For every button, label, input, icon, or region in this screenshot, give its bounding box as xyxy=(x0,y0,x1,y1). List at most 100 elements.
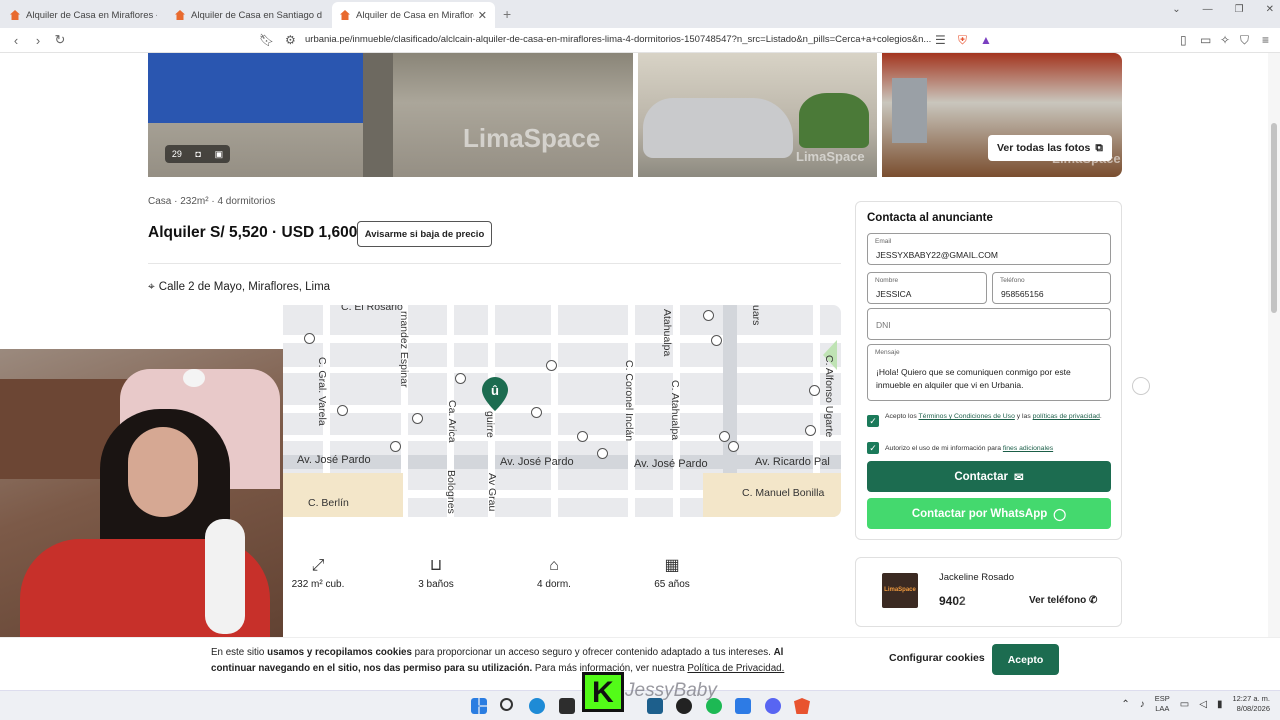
terms-checkbox[interactable]: ✓ xyxy=(867,415,879,427)
listing-price: Alquiler S/ 5,520 · USD 1,600 xyxy=(148,224,358,241)
whatsapp-button-label: Contactar por WhatsApp xyxy=(911,507,1048,520)
network-icon[interactable]: ▭ xyxy=(1180,699,1189,710)
phone-field[interactable]: Teléfono 958565156 xyxy=(992,272,1111,304)
listing-address: ⌖ Calle 2 de Mayo, Miraflores, Lima xyxy=(148,279,330,294)
watermark: LimaSpace xyxy=(796,149,865,164)
photo-detail xyxy=(892,78,927,143)
menu-icon[interactable]: ≡ xyxy=(1262,33,1269,47)
terms-suffix: . xyxy=(1099,413,1102,420)
agency-logo[interactable]: LimaSpace xyxy=(882,573,918,608)
new-tab-icon[interactable]: + xyxy=(495,6,519,28)
street-label: C. Gral. Varela xyxy=(316,357,328,426)
tab-2[interactable]: Alquiler de Casa en Santiago de Surco xyxy=(167,2,330,28)
url-field[interactable]: urbania.pe/inmueble/clasificado/alclcain… xyxy=(305,34,931,45)
whatsapp-contact-button[interactable]: Contactar por WhatsApp ◯ xyxy=(867,498,1111,529)
tray-chevron-icon[interactable]: ⌃ xyxy=(1121,699,1129,710)
wallet-icon[interactable]: ▭ xyxy=(1200,33,1211,47)
tab-3-active[interactable]: Alquiler de Casa en Miraflores - Li ✕ xyxy=(332,2,495,28)
fact-bedrooms: ⌂ 4 dorm. xyxy=(514,553,594,590)
minimize-icon[interactable]: — xyxy=(1203,4,1213,15)
privacy-policy-link[interactable]: Política de Privacidad. xyxy=(687,663,784,674)
taskbar-app-icon[interactable] xyxy=(559,698,575,714)
email-field[interactable]: Email JESSYXBABY22@GMAIL.COM xyxy=(867,233,1111,265)
accept-cookies-button[interactable]: Acepto xyxy=(992,644,1059,675)
additional-purposes-link[interactable]: fines adicionales xyxy=(1003,445,1053,452)
message-field[interactable]: Mensaje ¡Hola! Quiero que se comuniquen … xyxy=(867,344,1111,401)
maximize-icon[interactable]: ❐ xyxy=(1235,4,1244,15)
bookmark-icon[interactable]: 🔖︎ xyxy=(259,33,274,47)
search-icon[interactable] xyxy=(500,698,513,711)
phone-icon: ✆ xyxy=(1089,595,1098,606)
field-value: JESSICA xyxy=(876,289,912,299)
reload-icon[interactable]: ↻ xyxy=(54,32,66,48)
bus-stop-icon xyxy=(728,441,739,452)
photo-count-badge[interactable]: 29 ◘ ▣ xyxy=(165,145,230,163)
bus-stop-icon xyxy=(455,373,466,384)
field-value: ¡Hola! Quiero que se comuniquen conmigo … xyxy=(876,367,1071,390)
battery-icon[interactable]: ▮ xyxy=(1217,699,1223,710)
edge-icon[interactable] xyxy=(529,698,545,714)
privacy-link[interactable]: políticas de privacidad xyxy=(1033,413,1100,420)
auth-prefix: Autorizo el uso de mi información para xyxy=(885,445,1003,452)
site-settings-icon[interactable]: ⚙︎ xyxy=(285,33,296,47)
system-tray: ⌃ ♪ ESP LAA ▭ ◁ ▮ 12:27 a. m. 8/08/2026 xyxy=(1121,694,1270,714)
scrollbar-thumb[interactable] xyxy=(1271,123,1277,313)
language-indicator[interactable]: ESP LAA xyxy=(1155,694,1170,714)
phone-mask xyxy=(956,592,986,608)
streamer-name: JessyBaby xyxy=(625,680,717,701)
see-all-photos-button[interactable]: Ver todas las fotos ⧉ xyxy=(988,135,1112,161)
window-controls: ⌄ — ❐ ✕ xyxy=(1172,4,1274,15)
additional-use-checkbox[interactable]: ✓ xyxy=(867,442,879,454)
vpn-icon[interactable]: ⛉ xyxy=(1240,33,1249,48)
location-map[interactable]: C. El Rosario rnandez Espinar Atahualpa … xyxy=(283,305,841,517)
cookie-text-part: para proporcionar un acceso seguro y ofr… xyxy=(411,647,774,658)
tab-title: Alquiler de Casa en Miraflores - Li xyxy=(356,9,474,21)
webcam-detail xyxy=(128,427,198,517)
street-label: Av. Ricardo Pal xyxy=(755,456,830,468)
contact-button-label: Contactar xyxy=(954,470,1009,483)
page-scrollbar[interactable] xyxy=(1268,53,1280,690)
gallery-photo-2[interactable]: LimaSpace xyxy=(638,53,877,177)
browser-tab-bar: Alquiler de Casa en Miraflores - Lima Al… xyxy=(0,0,1280,28)
see-phone-button[interactable]: Ver teléfono ✆ xyxy=(1029,595,1097,606)
name-field[interactable]: Nombre JESSICA xyxy=(867,272,987,304)
discord-icon[interactable] xyxy=(765,698,781,714)
rewards-icon[interactable]: ▲ xyxy=(980,33,992,47)
sidebar-icon[interactable]: ▯ xyxy=(1180,33,1187,47)
street-label: C. Manuel Bonilla xyxy=(742,487,825,499)
forward-icon[interactable]: › xyxy=(32,33,44,48)
terms-mid: y las xyxy=(1014,413,1033,420)
map-road xyxy=(283,405,841,413)
leo-ai-icon[interactable]: ✧ xyxy=(1220,33,1230,47)
brave-shield-icon[interactable]: ⛨ xyxy=(958,33,967,48)
street-label: Av. José Pardo xyxy=(297,454,371,466)
video-icon: ▣ xyxy=(214,148,224,159)
street-label: guirre xyxy=(484,411,496,438)
bus-stop-icon xyxy=(390,441,401,452)
terms-link[interactable]: Términos y Condiciones de Uso xyxy=(919,413,1015,420)
language-code: ESP xyxy=(1154,694,1170,703)
volume-icon[interactable]: ◁ xyxy=(1199,699,1207,710)
bus-stop-icon xyxy=(337,405,348,416)
fact-area: ⤢ 232 m² cub. xyxy=(278,553,358,590)
field-value: 958565156 xyxy=(1001,289,1044,299)
tab-title: Alquiler de Casa en Miraflores - Lima xyxy=(26,9,157,21)
tab-list-chevron-icon[interactable]: ⌄ xyxy=(1172,4,1180,15)
clock[interactable]: 12:27 a. m. 8/08/2026 xyxy=(1232,694,1270,714)
mic-icon[interactable]: ♪ xyxy=(1140,699,1145,710)
brave-icon[interactable] xyxy=(794,698,810,714)
close-window-icon[interactable]: ✕ xyxy=(1266,4,1274,15)
back-icon[interactable]: ‹ xyxy=(10,33,22,48)
fact-label: 232 m² cub. xyxy=(291,579,345,590)
close-tab-icon[interactable]: ✕ xyxy=(478,9,487,22)
taskbar-app-icon[interactable] xyxy=(735,698,751,714)
contact-button[interactable]: Contactar ✉ xyxy=(867,461,1111,492)
start-icon[interactable] xyxy=(471,698,487,714)
tab-1[interactable]: Alquiler de Casa en Miraflores - Lima xyxy=(2,2,165,28)
dni-field[interactable]: DNI xyxy=(867,308,1111,340)
reader-mode-icon[interactable]: ☰ xyxy=(935,33,946,47)
street-label: C. Coronel Inclán xyxy=(623,360,635,442)
fact-age: ▦ 65 años xyxy=(632,553,712,590)
price-alert-button[interactable]: Avisarme si baja de precio xyxy=(357,221,492,247)
configure-cookies-button[interactable]: Configurar cookies xyxy=(889,652,985,664)
